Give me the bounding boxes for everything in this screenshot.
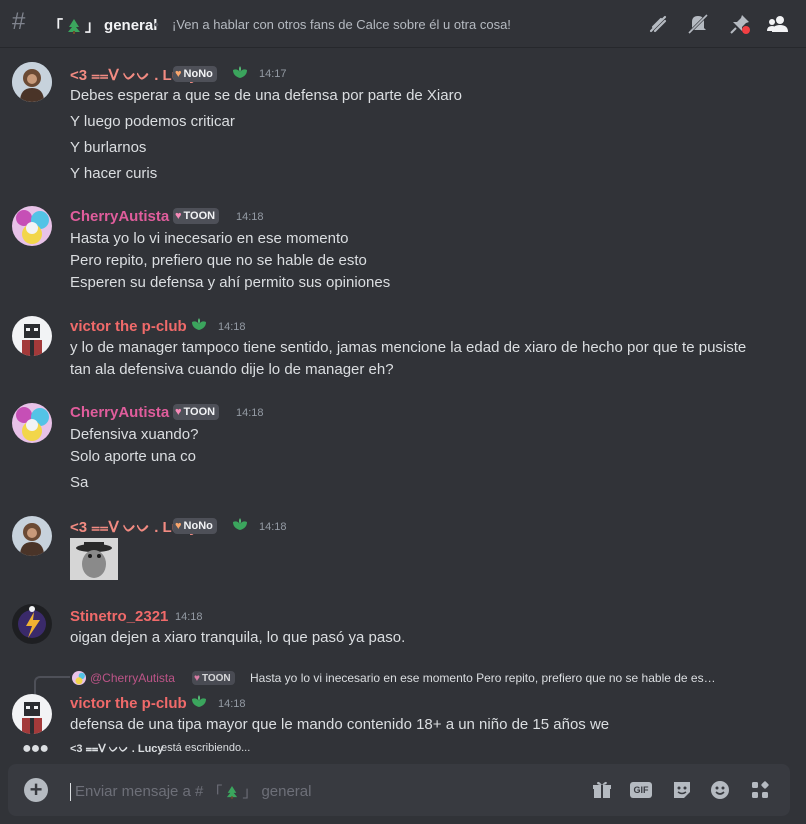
- badge-label: TOON: [183, 210, 216, 222]
- role-badge[interactable]: ♥ NoNo: [173, 66, 217, 82]
- avatar[interactable]: [12, 403, 52, 443]
- sticker-icon[interactable]: [670, 778, 694, 802]
- role-badge[interactable]: ♥ TOON: [173, 208, 220, 224]
- heart-icon: ♥: [175, 210, 182, 222]
- message-text: Debes esperar a que se de una defensa po…: [70, 87, 462, 104]
- gift-icon[interactable]: [590, 778, 614, 802]
- badge-label: NoNo: [183, 68, 213, 80]
- heart-icon: ♥: [175, 520, 182, 532]
- timestamp[interactable]: 14:18: [218, 698, 246, 710]
- apps-icon[interactable]: [748, 778, 772, 802]
- timestamp[interactable]: 14:17: [259, 68, 287, 80]
- reply-avatar[interactable]: [72, 671, 86, 685]
- emoji-icon[interactable]: [708, 778, 732, 802]
- timestamp[interactable]: 14:18: [259, 521, 287, 533]
- channel-suffix: 」: [85, 18, 101, 35]
- leaf-icon[interactable]: [190, 316, 208, 332]
- add-icon[interactable]: +: [24, 778, 48, 802]
- heart-icon: ♥: [175, 406, 182, 418]
- message-composer: + Enviar mensaje a # 「 」 general GIF: [8, 764, 790, 816]
- leaf-icon[interactable]: [231, 64, 249, 80]
- message-author[interactable]: Stinetro_2321: [70, 608, 168, 625]
- gif-icon[interactable]: GIF: [630, 782, 652, 798]
- message-author[interactable]: CherryAutista: [70, 208, 169, 225]
- heart-icon: ♥: [175, 68, 182, 80]
- pin-icon[interactable]: [728, 12, 752, 36]
- timestamp[interactable]: 14:18: [218, 321, 246, 333]
- message-text: y lo de manager tampoco tiene sentido, j…: [70, 339, 747, 356]
- avatar[interactable]: [12, 516, 52, 556]
- tree-icon: [227, 785, 238, 799]
- avatar[interactable]: [12, 316, 52, 356]
- timestamp[interactable]: 14:18: [236, 407, 264, 419]
- message-text: Y hacer curis: [70, 165, 158, 182]
- message-text: tan ala defensiva cuando dije lo de mana…: [70, 361, 394, 378]
- message-author[interactable]: victor the p-club: [70, 695, 187, 712]
- placeholder-channel-suffix: 」: [242, 784, 258, 801]
- message-text: oigan dejen a xiaro tranquila, lo que pa…: [70, 629, 406, 646]
- avatar[interactable]: [12, 206, 52, 246]
- placeholder-text: Enviar mensaje a #: [75, 783, 204, 800]
- message-text: Y burlarnos: [70, 139, 147, 156]
- text-cursor: [70, 782, 71, 801]
- mute-icon[interactable]: [686, 12, 710, 36]
- heart-icon: ♥: [194, 672, 200, 684]
- members-icon[interactable]: [766, 12, 790, 36]
- placeholder-channel-prefix: 「: [207, 784, 223, 801]
- badge-label: NoNo: [183, 520, 213, 532]
- composer-placeholder[interactable]: Enviar mensaje a # 「 」 general: [70, 781, 311, 802]
- threads-icon[interactable]: [646, 12, 670, 36]
- channel-title: 「 」 general: [48, 15, 157, 36]
- image-attachment[interactable]: [70, 538, 118, 580]
- message-text: Y luego podemos criticar: [70, 113, 235, 130]
- message-text: Sa: [70, 474, 89, 491]
- timestamp[interactable]: 14:18: [236, 211, 264, 223]
- message-text: Pero repito, prefiero que no se hable de…: [70, 252, 367, 269]
- timestamp[interactable]: 14:18: [175, 611, 203, 623]
- message-text: Hasta yo lo vi inecesario en ese momento: [70, 230, 349, 247]
- typing-user: <3 ⩵ᐯ ᨆᨆ . Lucy: [70, 743, 164, 755]
- avatar[interactable]: [12, 62, 52, 102]
- tree-icon: [68, 18, 81, 34]
- channel-topic[interactable]: ¡Ven a hablar con otros fans de Calce so…: [172, 17, 511, 32]
- message-text: Defensiva xuando?: [70, 426, 199, 443]
- role-badge[interactable]: ♥ NoNo: [173, 518, 217, 534]
- role-badge[interactable]: ♥ TOON: [192, 671, 235, 685]
- hashtag-icon: #: [12, 8, 26, 35]
- badge-label: TOON: [201, 672, 231, 684]
- channel-name: general: [104, 17, 158, 34]
- typing-dots-icon: ●●●: [22, 740, 49, 757]
- message-text: Esperen su defensa y ahí permito sus opi…: [70, 274, 391, 291]
- channel-prefix: 「: [48, 18, 64, 35]
- role-badge[interactable]: ♥ TOON: [173, 404, 220, 420]
- message-author[interactable]: CherryAutista: [70, 404, 169, 421]
- message-author[interactable]: victor the p-club: [70, 318, 187, 335]
- channel-header: # 「 」 general • ¡Ven a hablar con otros …: [0, 0, 806, 48]
- reply-preview[interactable]: Hasta yo lo vi inecesario en ese momento…: [250, 671, 716, 685]
- avatar[interactable]: [12, 604, 52, 644]
- placeholder-channel-name: general: [261, 783, 312, 800]
- reply-author[interactable]: @CherryAutista: [90, 671, 175, 685]
- message-text: defensa de una tipa mayor que le mando c…: [70, 716, 610, 733]
- typing-text: está escribiendo...: [161, 742, 251, 754]
- leaf-icon[interactable]: [190, 693, 208, 709]
- badge-label: TOON: [183, 406, 216, 418]
- avatar[interactable]: [12, 694, 52, 734]
- message-text: Solo aporte una co: [70, 448, 196, 465]
- leaf-icon[interactable]: [231, 516, 249, 532]
- header-divider-dot: •: [154, 16, 159, 32]
